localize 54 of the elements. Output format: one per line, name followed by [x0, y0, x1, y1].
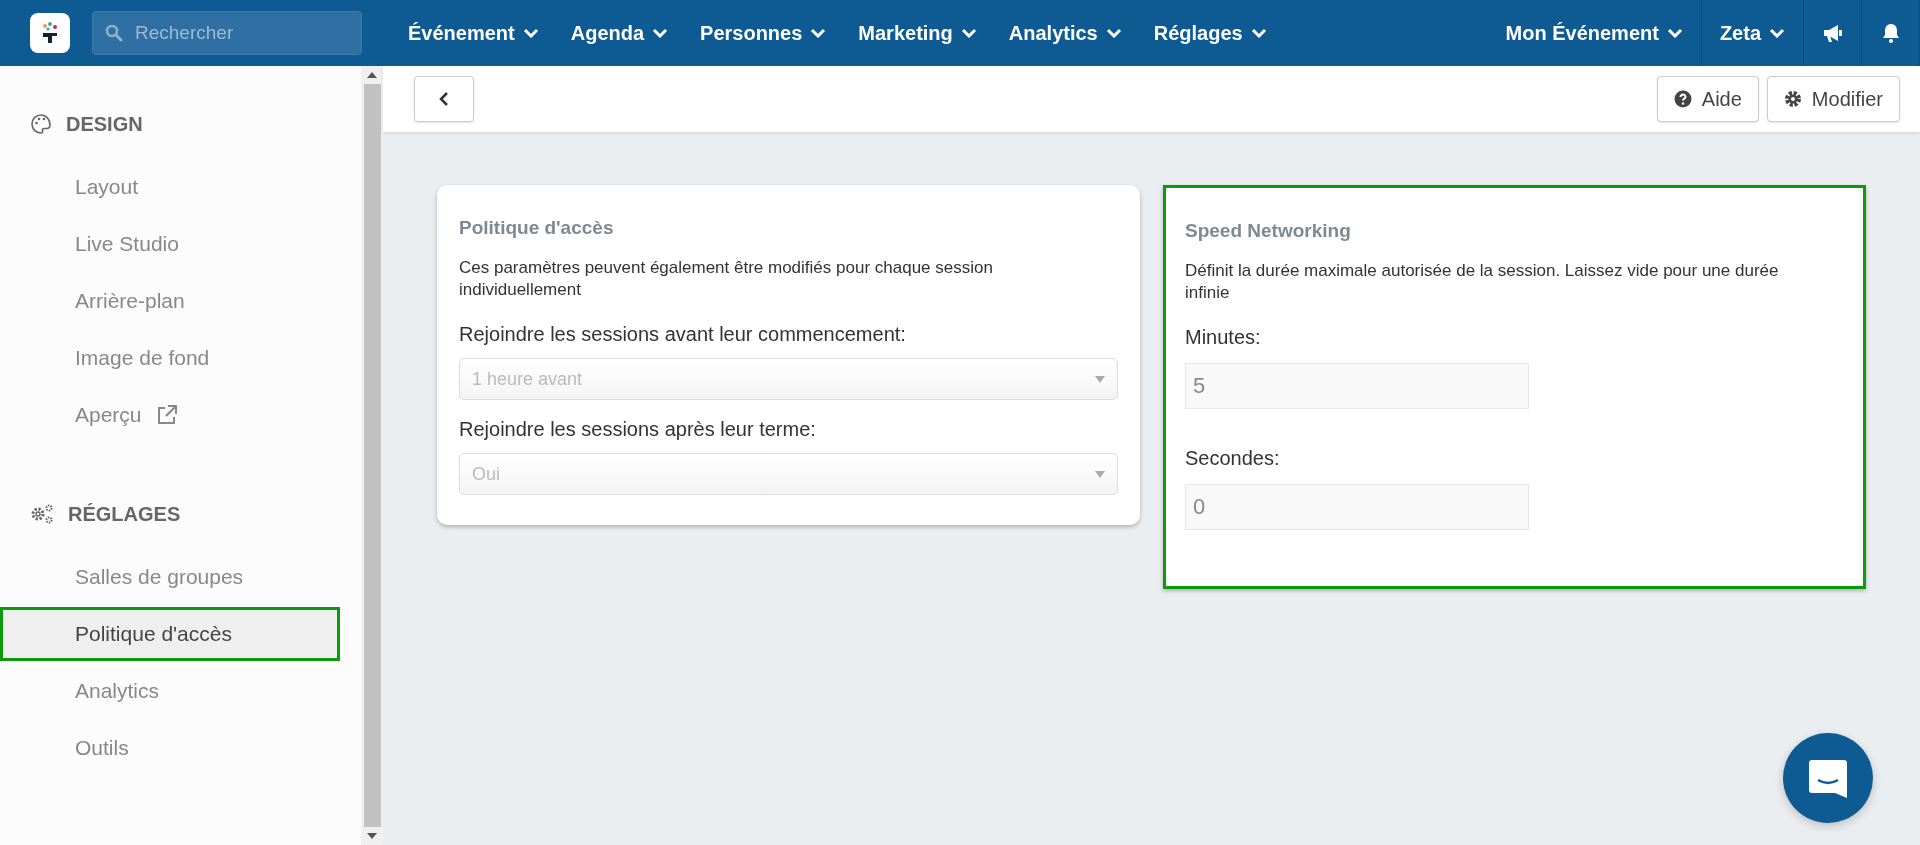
nav-menu[interactable]: Personnes — [684, 0, 843, 66]
caret-icon — [1095, 375, 1105, 383]
sidebar-item[interactable]: Politique d'accès — [0, 607, 340, 661]
chevron-down-icon — [1105, 28, 1122, 38]
sidebar-item[interactable]: Arrière-plan — [0, 274, 340, 328]
scroll-up-icon[interactable] — [367, 72, 377, 78]
chevron-down-icon — [652, 28, 669, 38]
chevron-down-icon — [1250, 28, 1267, 38]
field-label: Secondes: — [1185, 447, 1281, 470]
sidebar-item[interactable]: Aperçu — [0, 388, 340, 442]
edit-button[interactable]: Modifier — [1766, 76, 1900, 122]
chevron-down-icon — [1666, 28, 1683, 38]
card-description: Définit la durée maximale autorisée de la session. Laissez vide pour une durée infinie — [1185, 260, 1780, 304]
nav-menu[interactable]: Marketing — [842, 0, 993, 66]
settings-icon — [1783, 90, 1802, 108]
number-input[interactable]: 0 — [1185, 484, 1529, 530]
search-icon — [105, 24, 123, 42]
sidebar-item[interactable]: Salles de groupes — [0, 550, 340, 604]
chevron-down-icon — [960, 28, 977, 38]
app-logo[interactable] — [30, 13, 70, 53]
nav-menu[interactable]: Analytics — [992, 0, 1138, 66]
sidebar-item[interactable]: Image de fond — [0, 331, 340, 385]
sidebar-item[interactable]: Live Studio — [0, 217, 340, 271]
field-label: Rejoindre les sessions après leur terme: — [459, 418, 817, 441]
sidebar-item[interactable]: Outils — [0, 721, 340, 775]
search-field[interactable]: Rechercher — [92, 11, 362, 55]
dropdown-select[interactable]: Oui — [459, 453, 1118, 495]
chevron-left-icon — [438, 91, 450, 107]
caret-icon — [1095, 470, 1105, 478]
scroll-down-icon[interactable] — [367, 833, 377, 839]
sidebar-item[interactable]: Layout — [0, 160, 340, 214]
card-title: Politique d'accès — [459, 217, 615, 239]
card-title: Speed Networking — [1185, 220, 1352, 242]
sidebar-item[interactable]: Analytics — [0, 664, 340, 718]
help-button[interactable]: Aide — [1656, 76, 1759, 122]
nav-menu[interactable]: Agenda — [554, 0, 685, 66]
scrollbar[interactable] — [361, 66, 383, 845]
sidebar-section-title: RÉGLAGES — [68, 502, 181, 526]
chevron-down-icon — [522, 28, 539, 38]
gears-icon — [30, 503, 54, 525]
help-icon — [1673, 90, 1692, 108]
search-input[interactable]: Rechercher — [133, 21, 337, 45]
chevron-down-icon — [810, 28, 827, 38]
palette-icon — [30, 113, 52, 135]
chevron-down-icon — [1769, 28, 1785, 38]
field-label: Minutes: — [1185, 326, 1262, 349]
field-label: Rejoindre les sessions avant leur commencement: — [459, 323, 907, 346]
nav-menu[interactable]: Événement — [392, 0, 555, 66]
card-description: Ces paramètres peuvent également être modifiés pour chaque session individuellement — [459, 257, 994, 301]
number-input[interactable]: 5 — [1185, 363, 1529, 409]
sidebar-section-title: DESIGN — [66, 112, 143, 136]
nav-menu[interactable]: Réglages — [1137, 0, 1283, 66]
chat-button[interactable] — [1783, 733, 1873, 823]
dropdown-select[interactable]: 1 heure avant — [459, 358, 1118, 400]
